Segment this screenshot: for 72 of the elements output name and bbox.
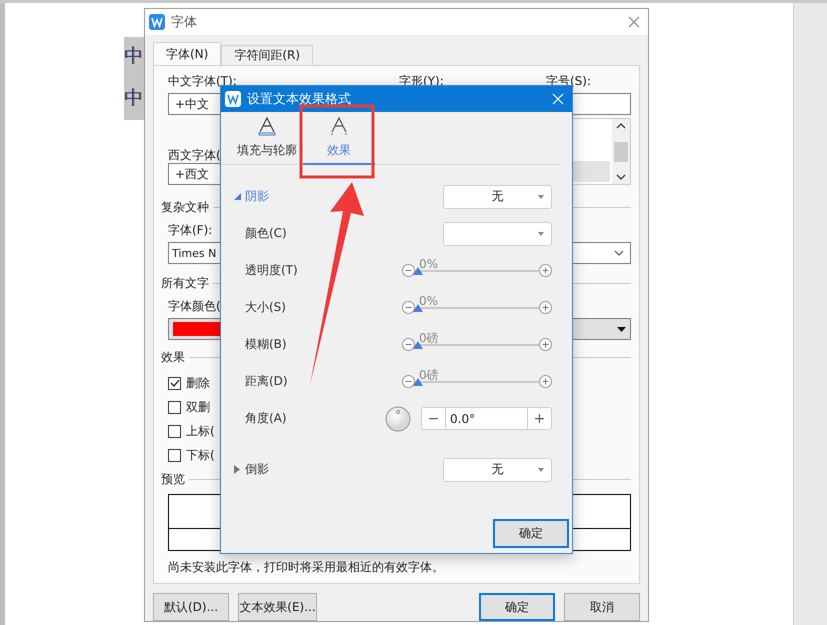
minus-icon[interactable] xyxy=(402,338,415,351)
scroll-up-icon[interactable] xyxy=(616,123,626,129)
collapsed-triangle-icon[interactable] xyxy=(234,465,241,474)
app-logo-icon xyxy=(225,91,241,107)
section-title: 复杂文种 xyxy=(161,198,209,216)
field-label: 西文字体( xyxy=(168,148,221,162)
document-text: 中 xyxy=(124,87,143,109)
checkbox-label: 双删 xyxy=(186,398,210,416)
field-label: 字体(F): xyxy=(168,223,212,237)
checkbox[interactable] xyxy=(168,424,181,438)
field-label: 距离(D) xyxy=(245,373,289,390)
dropdown[interactable]: 无 xyxy=(443,458,552,482)
close-icon[interactable] xyxy=(628,16,640,28)
tab[interactable]: 字符间距(R) xyxy=(221,45,314,65)
section-title: 所有文字 xyxy=(161,274,209,292)
outlined-letter-icon xyxy=(258,116,276,136)
tab[interactable]: 填充与轮廓 xyxy=(231,112,303,165)
minus-icon[interactable] xyxy=(402,264,415,277)
field-label: 透明度(T) xyxy=(245,262,299,279)
slider-value: 0磅 xyxy=(419,368,439,382)
letter-shadow-icon xyxy=(330,116,348,136)
dialog-button[interactable]: 取消 xyxy=(564,593,640,621)
checkbox[interactable] xyxy=(168,400,181,414)
dropdown[interactable]: 无 xyxy=(443,184,552,208)
scroll-down-icon[interactable] xyxy=(616,174,626,180)
section-title: 阴影 xyxy=(245,188,270,205)
caret-icon xyxy=(538,194,544,198)
minus-icon[interactable] xyxy=(402,375,415,388)
app-logo-icon xyxy=(149,14,165,30)
checkbox-label: 删除 xyxy=(186,374,210,392)
checkbox[interactable] xyxy=(168,376,181,390)
plus-icon[interactable] xyxy=(539,301,552,314)
note-text: 尚未安装此字体，打印时将采用最相近的有效字体。 xyxy=(168,560,444,574)
checkbox-label: 上标( xyxy=(186,422,215,440)
slider-value: 0% xyxy=(419,294,438,308)
slider-value: 0% xyxy=(419,257,438,271)
section-title: 预览 xyxy=(161,470,185,488)
expanded-triangle-icon[interactable] xyxy=(234,193,241,200)
ok-button[interactable]: 确定 xyxy=(493,519,569,548)
plus-icon[interactable] xyxy=(539,375,552,388)
caret-icon xyxy=(538,232,544,236)
slider-thumb[interactable] xyxy=(413,267,423,275)
field-label: 模糊(B) xyxy=(245,336,288,353)
scroll-thumb[interactable] xyxy=(614,142,628,162)
slider-thumb[interactable] xyxy=(413,304,423,312)
window-title: 设置文本效果格式 xyxy=(247,91,352,108)
field-label: 颜色(C) xyxy=(245,225,288,242)
plus-icon[interactable] xyxy=(539,264,552,277)
section-title: 效果 xyxy=(161,348,185,366)
document-text: 中 xyxy=(124,45,143,67)
dropdown-arrow-icon xyxy=(617,326,626,332)
checkbox[interactable] xyxy=(168,448,181,462)
chevron-icon xyxy=(614,250,624,256)
window-title: 字体 xyxy=(171,14,198,31)
field-label: 大小(S) xyxy=(245,299,287,316)
slider-value: 0磅 xyxy=(419,331,439,345)
dialog-button[interactable]: 文本效果(E)... xyxy=(238,593,317,621)
field-label: 中文字体(T): xyxy=(168,74,237,88)
plus-icon[interactable] xyxy=(539,338,552,351)
field-label: 字体颜色( xyxy=(168,299,221,313)
dialog-button[interactable]: 默认(D)... xyxy=(153,593,229,621)
tab[interactable]: 字体(N) xyxy=(153,42,222,65)
caret-icon xyxy=(538,468,544,472)
color-dropdown[interactable] xyxy=(443,222,552,246)
section-title: 倒影 xyxy=(245,461,270,478)
dialog-button[interactable]: 确定 xyxy=(479,593,555,621)
dial-knob[interactable] xyxy=(385,406,411,432)
minus-icon[interactable] xyxy=(402,301,415,314)
angle-spinbox[interactable]: − 0.0° + xyxy=(421,407,552,430)
field-label: 角度(A) xyxy=(245,410,288,427)
checkbox-label: 下标( xyxy=(186,446,215,464)
slider-thumb[interactable] xyxy=(413,378,423,386)
